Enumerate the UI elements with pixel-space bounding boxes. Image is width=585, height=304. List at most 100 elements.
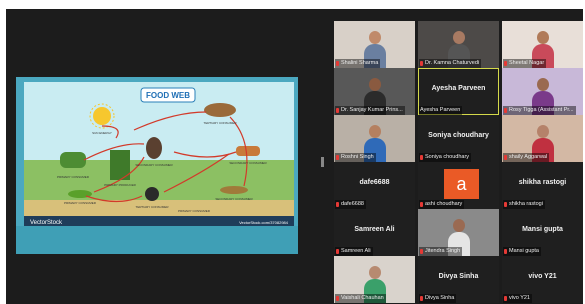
sun-icon	[93, 107, 111, 125]
participant-face	[369, 78, 381, 91]
participant-name: Rosy Tigga (Assistant Pr...	[509, 107, 574, 113]
muted-mic-icon	[336, 249, 339, 254]
label-producer: PRIMARY PRODUCER	[104, 183, 136, 187]
label-grasshopper: PRIMARY CONSUMER	[64, 201, 97, 205]
participant-name-label: Soniya choudhary	[419, 153, 472, 162]
participant-name: Soniya choudhary	[425, 154, 470, 160]
participant-name: shaily Aggarwal	[509, 154, 548, 160]
participant-name: dafe6688	[341, 201, 364, 207]
food-web-diagram: FOOD WEB SUN ENERGY TERTIARY CONSUMER SE…	[24, 82, 294, 226]
label-owl: TERTIARY CONSUMER	[203, 121, 237, 125]
participant-display-name: Samreen Ali	[354, 226, 395, 233]
watermark-url: VectorStock.com/37082984	[239, 220, 289, 225]
participant-tile[interactable]: Sheetal Nagar	[502, 21, 583, 68]
participant-tile[interactable]: Dr. Sanjay Kumar Prins...	[334, 68, 415, 115]
eagle-icon	[146, 137, 162, 159]
muted-mic-icon	[336, 202, 339, 207]
participant-tile[interactable]: Roshni Singh	[334, 115, 415, 162]
muted-mic-icon	[504, 155, 507, 160]
muted-mic-icon	[420, 249, 423, 254]
muted-mic-icon	[504, 61, 507, 66]
label-eagle: SECONDARY CONSUMER	[135, 163, 173, 167]
label-sun: SUN ENERGY	[92, 131, 112, 135]
participant-name-label: dafe6688	[335, 200, 366, 209]
participant-tile[interactable]: Ayesha Parveen Ayesha Parveen	[418, 68, 499, 115]
participant-face	[453, 219, 465, 232]
participant-name-label: Rosy Tigga (Assistant Pr...	[503, 106, 576, 115]
owl-icon	[204, 103, 236, 117]
food-web-slide: FOOD WEB SUN ENERGY TERTIARY CONSUMER SE…	[24, 82, 294, 226]
participant-name: vivo Y21	[509, 295, 530, 301]
label-spider: TERTIARY CONSUMER	[135, 205, 169, 209]
participant-tile[interactable]: Samreen Ali Samreen Ali	[334, 209, 415, 256]
participant-name-label: Mansi gupta	[503, 247, 541, 256]
muted-mic-icon	[336, 108, 339, 113]
muted-mic-icon	[420, 155, 423, 160]
muted-mic-icon	[504, 296, 507, 301]
plants-icon	[60, 152, 86, 168]
participant-tile[interactable]: vivo Y21 vivo Y21	[502, 256, 583, 303]
participant-name: Mansi gupta	[509, 248, 539, 254]
participant-tile[interactable]: Rosy Tigga (Assistant Pr...	[502, 68, 583, 115]
participant-name: Roshni Singh	[341, 154, 374, 160]
participant-name: shikha rastogi	[509, 201, 543, 207]
participant-display-name: Soniya choudhary	[428, 132, 489, 139]
label-fox: SECONDARY CONSUMER	[229, 161, 267, 165]
slide-title: FOOD WEB	[146, 91, 190, 100]
participant-name: Samreen Ali	[341, 248, 371, 254]
participant-name: Divya Sinha	[425, 295, 455, 301]
participant-name-label: Samreen Ali	[335, 247, 373, 256]
participant-name: Dr. Kamna Chaturvedi	[425, 60, 480, 66]
participant-name-label: Roshni Singh	[335, 153, 376, 162]
participant-avatar: a	[444, 169, 479, 199]
participant-display-name: dafe6688	[359, 179, 390, 186]
participant-display-name: Mansi gupta	[522, 226, 563, 233]
participant-tile[interactable]: Shalini Sharma	[334, 21, 415, 68]
muted-mic-icon	[420, 296, 423, 301]
muted-mic-icon	[504, 108, 507, 113]
participant-face	[369, 125, 381, 138]
participant-name-label: Sheetal Nagar	[503, 59, 547, 68]
participant-display-name: Ayesha Parveen	[431, 85, 486, 92]
participant-name: Dr. Sanjay Kumar Prins...	[341, 107, 403, 113]
participant-tile[interactable]: Soniya choudhary Soniya choudhary	[418, 115, 499, 162]
participant-tile[interactable]: Mansi gupta Mansi gupta	[502, 209, 583, 256]
fox-icon	[236, 146, 260, 156]
participant-tile[interactable]: dafe6688 dafe6688	[334, 162, 415, 209]
participant-tile[interactable]: shikha rastogi shikha rastogi	[502, 162, 583, 209]
participant-face	[453, 31, 465, 44]
participant-name-label: Ayesha Parveen	[419, 106, 463, 115]
muted-mic-icon	[336, 61, 339, 66]
muted-mic-icon	[336, 296, 339, 301]
participant-display-name: Divya Sinha	[438, 273, 479, 280]
participant-tile[interactable]: a ashi choudhary	[418, 162, 499, 209]
participant-display-name: vivo Y21	[528, 273, 557, 280]
label-snake: SECONDARY CONSUMER	[215, 197, 253, 201]
participant-name-label: shikha rastogi	[503, 200, 545, 209]
participant-name-label: Dr. Kamna Chaturvedi	[419, 59, 482, 68]
muted-mic-icon	[504, 202, 507, 207]
participant-tile[interactable]: Jitendra Singh	[418, 209, 499, 256]
participant-name-label: Vaishali Chauhan	[335, 294, 386, 303]
participant-face	[537, 125, 549, 138]
splitter-handle[interactable]	[321, 157, 324, 167]
muted-mic-icon	[336, 155, 339, 160]
participant-tile[interactable]: Vaishali Chauhan	[334, 256, 415, 303]
participant-face	[369, 266, 381, 279]
participant-gallery: Shalini Sharma Dr. Kamna Chaturvedi Sheeta…	[334, 21, 583, 304]
spider-icon	[145, 187, 159, 201]
participant-name-label: ashi choudhary	[419, 200, 465, 209]
label-plants-consumer: PRIMARY CONSUMER	[57, 175, 90, 179]
participant-name: Shalini Sharma	[341, 60, 379, 66]
shared-screen: FOOD WEB SUN ENERGY TERTIARY CONSUMER SE…	[16, 77, 298, 254]
participant-name-label: Jitendra Singh	[419, 247, 463, 256]
participant-tile[interactable]: Divya Sinha Divya Sinha	[418, 256, 499, 303]
participant-name: Ayesha Parveen	[420, 107, 461, 113]
meeting-window: FOOD WEB SUN ENERGY TERTIARY CONSUMER SE…	[6, 9, 583, 304]
participant-name: Vaishali Chauhan	[341, 295, 384, 301]
participant-name: ashi choudhary	[425, 201, 463, 207]
participant-name: Jitendra Singh	[425, 248, 461, 254]
participant-tile[interactable]: Dr. Kamna Chaturvedi	[418, 21, 499, 68]
label-mouse: PRIMARY CONSUMER	[178, 209, 211, 213]
participant-tile[interactable]: shaily Aggarwal	[502, 115, 583, 162]
